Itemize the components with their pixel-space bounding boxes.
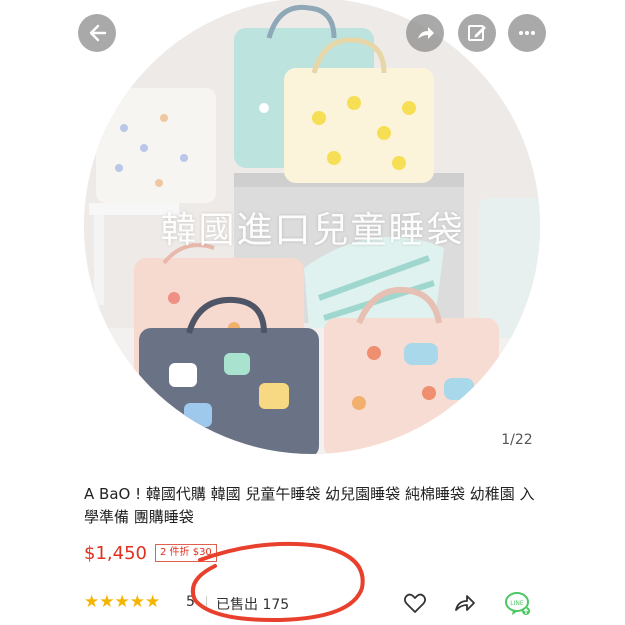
image-counter: 1/22: [494, 428, 540, 452]
promo-badge[interactable]: 2 件折 $30: [154, 544, 217, 562]
edit-icon: [468, 25, 486, 41]
line-label: LINE: [510, 600, 524, 607]
share-arrow-icon: [455, 595, 475, 611]
line-share-button[interactable]: LINE: [504, 590, 530, 616]
product-price: $1,450: [84, 542, 147, 564]
line-icon: LINE: [505, 592, 530, 615]
share-button[interactable]: [406, 14, 444, 52]
product-image-area[interactable]: 韓國進口兒童睡袋 1/22: [0, 0, 625, 462]
divider: [206, 596, 207, 610]
rating-and-actions-row: ★★★★★ 5 已售出 175 LINE: [84, 590, 544, 616]
heart-icon: [403, 593, 427, 613]
sold-count: 已售出 175: [216, 597, 290, 613]
edit-button[interactable]: [458, 14, 496, 52]
more-button[interactable]: [508, 14, 546, 52]
image-overlay-text: 韓國進口兒童睡袋: [160, 210, 465, 251]
like-button[interactable]: [402, 590, 428, 616]
back-button[interactable]: [78, 14, 116, 52]
price-row: $1,450 2 件折 $30: [84, 541, 217, 565]
share-icon: [418, 27, 434, 39]
rating-value: 5: [186, 594, 195, 610]
back-arrow-icon: [89, 24, 107, 42]
share-product-button[interactable]: [452, 590, 478, 616]
star-rating-icons: ★★★★★: [84, 592, 161, 612]
more-icon: [519, 31, 535, 35]
product-title: A BaO ! 韓國代購 韓國 兒童午睡袋 幼兒園睡袋 純棉睡袋 幼稚園 入學準…: [84, 485, 535, 526]
